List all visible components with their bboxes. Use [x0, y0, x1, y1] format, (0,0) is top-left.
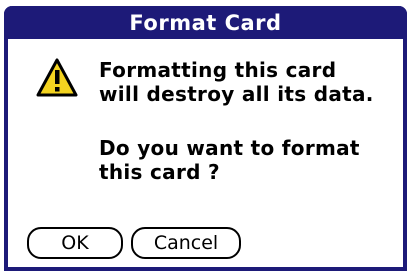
message-line: will destroy all its data.: [99, 82, 374, 106]
format-card-dialog: Format Card Formatting this card will de…: [4, 6, 407, 271]
question-line: Do you want to format: [99, 136, 360, 160]
cancel-button[interactable]: Cancel: [131, 227, 241, 259]
dialog-title: Format Card: [129, 10, 282, 35]
dialog-message: Formatting this card will destroy all it…: [99, 58, 404, 106]
dialog-question: Do you want to format this card ?: [99, 136, 404, 184]
dialog-title-bar: Format Card: [4, 6, 407, 39]
question-line: this card ?: [99, 160, 220, 184]
message-line: Formatting this card: [99, 58, 337, 82]
ok-button[interactable]: OK: [27, 227, 123, 259]
warning-icon: [36, 58, 78, 97]
